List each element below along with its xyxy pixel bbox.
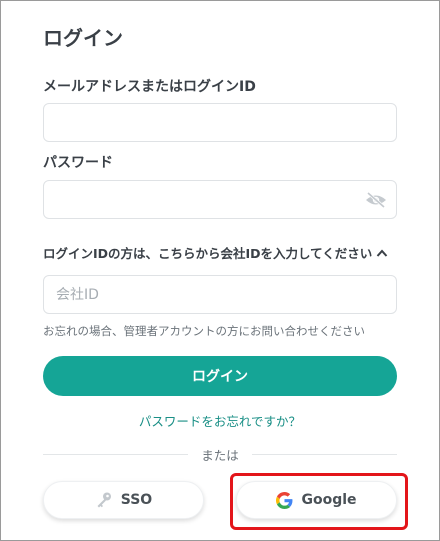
company-id-toggle[interactable]: ログインIDの方は、こちらから会社IDを入力してください <box>43 243 388 262</box>
google-button-label: Google <box>301 492 357 508</box>
or-divider: または <box>43 448 397 463</box>
google-login-button[interactable]: Google <box>236 481 397 519</box>
google-logo-icon <box>276 491 293 509</box>
forgot-hint-text: お忘れの場合、管理者アカウントの方にお問い合わせください <box>43 324 365 338</box>
password-field[interactable] <box>43 180 397 219</box>
divider-text: または <box>201 448 239 463</box>
sso-button[interactable]: SSO <box>43 481 204 519</box>
company-id-field[interactable] <box>43 275 397 314</box>
page-title: ログイン <box>43 26 123 50</box>
password-label: パスワード <box>43 155 113 171</box>
eye-off-icon[interactable] <box>365 192 387 208</box>
forgot-password-link[interactable]: パスワードをお忘れですか？ <box>0 411 440 430</box>
key-icon <box>97 492 111 508</box>
sso-button-label: SSO <box>120 492 153 508</box>
company-id-toggle-label: ログインIDの方は、こちらから会社IDを入力してください <box>43 246 373 261</box>
chevron-up-icon <box>377 249 388 257</box>
email-label: メールアドレスまたはログインID <box>43 79 256 95</box>
email-field[interactable] <box>43 103 397 142</box>
login-button[interactable]: ログイン <box>43 356 397 396</box>
